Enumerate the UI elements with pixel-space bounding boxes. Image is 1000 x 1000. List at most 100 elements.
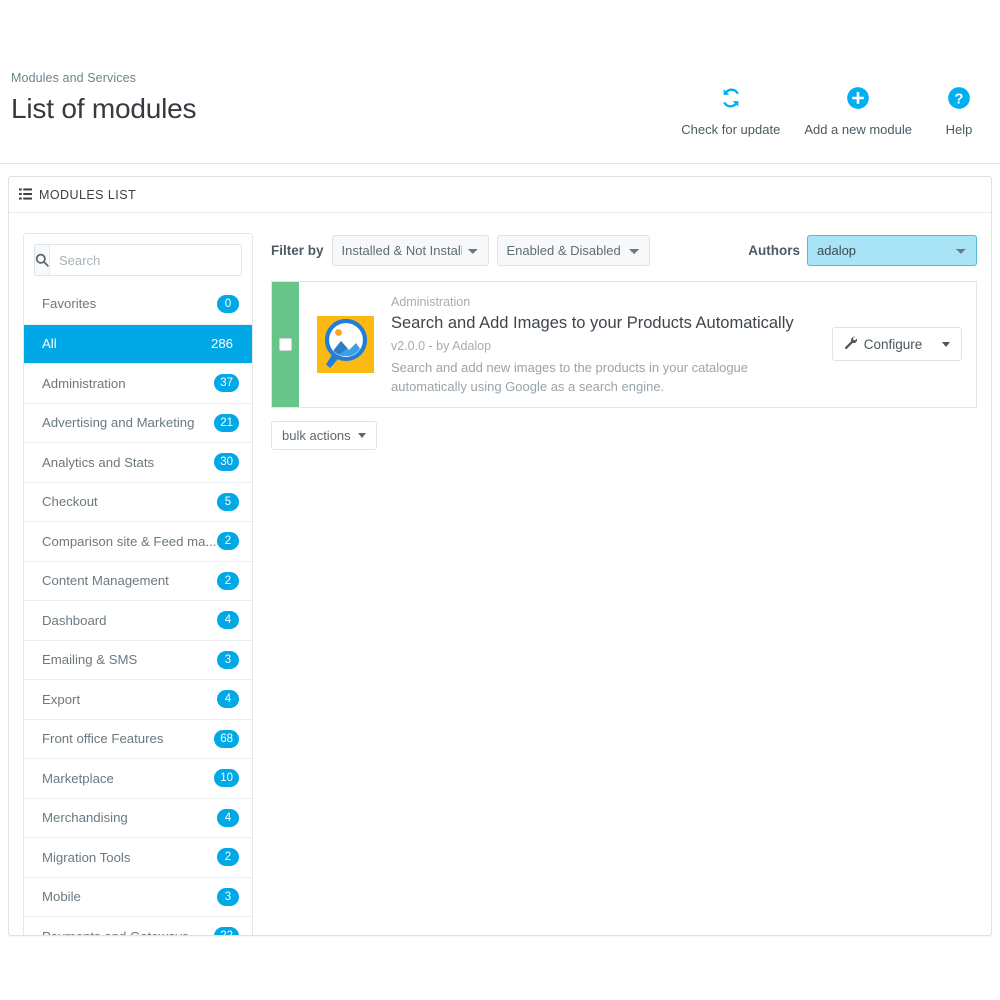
sidebar-item-label: Front office Features (42, 731, 164, 747)
module-select-checkbox[interactable] (279, 337, 292, 351)
check-for-update-button[interactable]: Check for update (669, 84, 792, 137)
sidebar-item-advertising-and-marketing[interactable]: Advertising and Marketing 21 (24, 402, 252, 442)
search-input[interactable] (50, 245, 241, 275)
chevron-down-icon (357, 432, 366, 438)
enable-state-select[interactable]: Enabled & Disabled (496, 234, 650, 266)
add-a-new-module-label: Add a new module (804, 122, 912, 137)
sidebar-item-label: Merchandising (42, 810, 128, 826)
sidebar-item-label: Comparison site & Feed ma... (42, 533, 217, 549)
sidebar-item-analytics-and-stats[interactable]: Analytics and Stats 30 (24, 442, 252, 482)
sidebar-item-count-badge: 4 (217, 690, 239, 709)
sidebar-item-count-badge: 5 (217, 492, 239, 511)
breadcrumb: Modules and Services (11, 71, 136, 85)
module-title-line: Search and Add Images to your Products A… (391, 312, 816, 357)
filter-by-label: Filter by (271, 242, 324, 258)
modules-list-panel: MODULES LIST Favorites 0 All 286 Administrat… (8, 176, 992, 936)
category-sidebar: Favorites 0 All 286 Administration 37 Advertis… (23, 233, 253, 935)
sidebar-item-migration-tools[interactable]: Migration Tools 2 (24, 837, 252, 877)
sidebar-item-label: Content Management (42, 573, 169, 589)
sidebar-item-count-badge: 4 (217, 611, 239, 630)
sidebar-item-label: Dashboard (42, 612, 107, 628)
module-actions: Configure (826, 282, 976, 407)
sidebar-item-mobile[interactable]: Mobile 3 (24, 876, 252, 916)
sidebar-item-front-office-features[interactable]: Front office Features 68 (24, 718, 252, 758)
sidebar-item-administration[interactable]: Administration 37 (24, 363, 252, 403)
sidebar-item-label: Payments and Gateways (42, 929, 214, 935)
authors-filter-group: Authors adalop (748, 234, 977, 266)
sidebar-item-comparison-site-feed-ma[interactable]: Comparison site & Feed ma... 2 (24, 521, 252, 561)
sidebar-item-label: Migration Tools (42, 849, 131, 865)
add-a-new-module-button[interactable]: Add a new module (792, 84, 924, 137)
check-for-update-label: Check for update (681, 122, 781, 137)
sidebar-item-count-badge: 2 (217, 848, 239, 867)
chevron-down-icon[interactable] (942, 341, 951, 347)
sidebar-item-count-badge: 2 (217, 532, 239, 551)
bulk-actions-label: bulk actions (282, 427, 351, 443)
list-icon (19, 187, 32, 202)
configure-label: Configure (863, 336, 923, 352)
filter-bar: Filter by Installed & Not Installed Enab… (271, 233, 977, 267)
module-info: Administration Search and Add Images to … (391, 282, 826, 407)
sidebar-item-label: Advertising and Marketing (42, 415, 195, 431)
sidebar-item-count-badge: 22 (214, 927, 239, 935)
sidebar-item-count-badge: 2 (217, 571, 239, 590)
sidebar-item-label: Checkout (42, 494, 98, 510)
configure-button[interactable]: Configure (831, 327, 963, 362)
sidebar-item-label: All (42, 336, 57, 352)
sidebar-item-count-badge: 3 (217, 650, 239, 669)
sidebar-item-count-badge: 3 (217, 887, 239, 906)
install-state-select[interactable]: Installed & Not Installed (331, 234, 489, 266)
module-image-search-icon (316, 315, 374, 373)
sidebar-item-label: Mobile (42, 889, 81, 905)
sidebar-item-label: Favorites (42, 296, 97, 312)
bulk-actions-row: bulk actions (271, 420, 977, 450)
page-title: List of modules (11, 93, 197, 124)
sidebar-item-label: Export (42, 691, 81, 707)
refresh-icon (681, 84, 780, 112)
panel-title: MODULES LIST (39, 187, 137, 202)
sidebar-item-payments-and-gateways[interactable]: Payments and Gateways22 (24, 916, 252, 935)
sidebar-item-all[interactable]: All 286 (24, 323, 252, 363)
panel-header: MODULES LIST (9, 177, 991, 213)
module-search[interactable] (34, 244, 242, 276)
sidebar-item-count-badge: 10 (214, 769, 239, 788)
category-list: Favorites 0 All 286 Administration 37 Advertis… (24, 284, 252, 935)
svg-text:?: ? (955, 91, 964, 107)
sidebar-item-export[interactable]: Export 4 (24, 679, 252, 719)
sidebar-item-count-badge: 0 (217, 294, 239, 313)
sidebar-item-content-management[interactable]: Content Management 2 (24, 560, 252, 600)
help-button[interactable]: ? Help (924, 84, 994, 137)
sidebar-item-label: Emailing & SMS (42, 652, 138, 668)
sidebar-item-merchandising[interactable]: Merchandising 4 (24, 797, 252, 837)
modules-content: Filter by Installed & Not Installed Enab… (271, 233, 977, 450)
module-status-gutter (272, 282, 299, 407)
module-name: Search and Add Images to your Products A… (391, 314, 794, 333)
sidebar-item-count-badge: 68 (214, 729, 239, 748)
sidebar-item-label: Marketplace (42, 770, 114, 786)
search-icon (35, 245, 50, 275)
sidebar-item-count-badge: 37 (214, 374, 239, 393)
page-header: Modules and Services List of modules Che… (0, 0, 1000, 164)
sidebar-item-dashboard[interactable]: Dashboard 4 (24, 600, 252, 640)
module-category: Administration (391, 295, 471, 309)
sidebar-item-checkout[interactable]: Checkout 5 (24, 481, 252, 521)
sidebar-item-emailing-sms[interactable]: Emailing & SMS 3 (24, 639, 252, 679)
sidebar-item-label: Administration (42, 375, 126, 391)
module-version-author: v2.0.0 - by Adalop (391, 339, 492, 354)
sidebar-item-count-badge: 4 (217, 808, 239, 827)
sidebar-item-favorites[interactable]: Favorites 0 (24, 284, 252, 324)
sidebar-item-label: Analytics and Stats (42, 454, 155, 470)
wrench-icon (844, 336, 858, 353)
header-toolbar: Check for update Add a new module ? Help (669, 84, 994, 137)
authors-label: Authors (748, 242, 800, 258)
help-label: Help (945, 122, 973, 137)
bulk-actions-button[interactable]: bulk actions (271, 420, 377, 450)
module-description: Search and add new images to the product… (391, 359, 749, 394)
authors-select[interactable]: adalop (807, 234, 977, 266)
sidebar-item-count-badge: 286 (210, 335, 233, 351)
sidebar-item-count-badge: 30 (214, 453, 239, 472)
question-circle-icon: ? (936, 84, 982, 112)
sidebar-item-marketplace[interactable]: Marketplace 10 (24, 758, 252, 798)
panel-body: Favorites 0 All 286 Administration 37 Advertis… (9, 213, 991, 935)
module-row: Administration Search and Add Images to … (271, 281, 977, 408)
